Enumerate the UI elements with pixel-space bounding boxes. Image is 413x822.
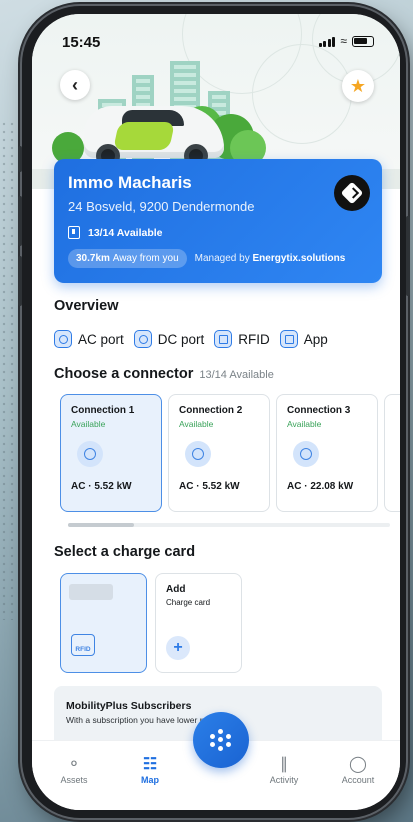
feature-dc-port: DC port (133, 330, 205, 348)
managed-by-text: Managed by Energytix.solutions (195, 253, 346, 264)
add-card-subtitle: Charge card (166, 598, 211, 607)
connector-plug-icon (293, 441, 319, 467)
connector-name: Connection 2 (179, 405, 243, 416)
rfid-card-icon: RFID (71, 634, 95, 656)
connector-name: Connection 3 (287, 405, 351, 416)
activity-icon: ∥ (280, 756, 288, 773)
connector-status: Available (71, 419, 106, 429)
plus-icon: + (166, 636, 190, 660)
feature-rfid: RFID (214, 330, 270, 348)
feature-app: App (279, 330, 328, 348)
connector-card-3[interactable]: Connection 3 Available AC · 22.08 kW (276, 394, 378, 512)
status-time: 15:45 (62, 34, 101, 51)
feature-label: App (303, 331, 328, 347)
battery-icon (352, 35, 374, 47)
navigate-button[interactable] (334, 175, 370, 211)
feature-list: AC port DC port RFID App (54, 330, 328, 348)
tab-label: Map (141, 775, 159, 785)
station-availability: 13/14 Available (88, 226, 163, 239)
tab-assets[interactable]: ⚬ Assets (44, 753, 104, 785)
scan-button[interactable] (193, 712, 249, 768)
tab-activity[interactable]: ∥ Activity (254, 753, 314, 785)
status-bar: 15:45 ≈ (32, 14, 400, 58)
connector-card-1[interactable]: Connection 1 Available AC · 5.52 kW (60, 394, 162, 512)
charger-icon (68, 226, 80, 239)
managed-prefix: Managed by (194, 253, 250, 264)
connector-title: Choose a connector (54, 366, 194, 382)
tab-label: Account (341, 775, 375, 785)
connector-availability: 13/14 Available (199, 369, 274, 381)
feature-label: AC port (78, 331, 124, 347)
star-icon: ★ (349, 75, 367, 96)
distance-value: 30.7km (76, 253, 110, 264)
connector-power: AC · 22.08 kW (287, 481, 354, 492)
distance-badge: 30.7km Away from you (68, 249, 187, 268)
tab-account[interactable]: ◯ Account (328, 753, 388, 785)
favorite-button[interactable]: ★ (342, 70, 374, 102)
connector-card-2[interactable]: Connection 2 Available AC · 5.52 kW (168, 394, 270, 512)
rfid-charge-card[interactable]: RFID (60, 573, 147, 673)
charge-card-title: Select a charge card (54, 544, 196, 560)
connector-section-title: Choose a connector 13/14 Available (54, 366, 274, 382)
wifi-icon: ≈ (340, 34, 347, 48)
assets-icon: ⚬ (67, 756, 81, 773)
connector-carousel[interactable]: Connection 1 Available AC · 5.52 kW Conn… (54, 394, 400, 514)
managed-by-name: Energytix.solutions (252, 253, 346, 264)
connector-status: Available (179, 419, 214, 429)
connector-power: AC · 5.52 kW (71, 481, 132, 492)
add-card-title: Add (166, 584, 186, 595)
connector-power: AC · 5.52 kW (179, 481, 240, 492)
subscribers-title: MobilityPlus Subscribers (66, 700, 192, 712)
back-button[interactable]: ‹ (60, 70, 90, 100)
app-screen: 15:45 ≈ ‹ ★ Immo Macharis 24 Bosveld, 92… (32, 14, 400, 810)
connector-name: Connection 1 (71, 405, 135, 416)
station-card: Immo Macharis 24 Bosveld, 9200 Dendermon… (54, 159, 382, 283)
card-name-redacted (69, 584, 113, 600)
rfid-label: RFID (75, 646, 91, 653)
directions-icon (340, 181, 364, 205)
feature-label: RFID (238, 331, 270, 347)
tab-label: Assets (60, 775, 88, 785)
connector-scrollbar[interactable] (68, 523, 390, 527)
feature-label: DC port (157, 331, 205, 347)
feature-ac-port: AC port (54, 330, 124, 348)
distance-suffix: Away from you (112, 253, 179, 264)
chevron-left-icon: ‹ (72, 74, 78, 95)
tab-label: Activity (269, 775, 299, 785)
signal-icon (318, 36, 336, 47)
scan-dots-icon (210, 729, 232, 751)
account-icon: ◯ (349, 756, 367, 773)
station-name: Immo Macharis (68, 173, 192, 192)
add-charge-card-button[interactable]: Add Charge card + (155, 573, 242, 673)
ac-port-icon (54, 330, 72, 348)
connector-plug-icon (185, 441, 211, 467)
tab-map[interactable]: ☷ Map (120, 753, 180, 785)
station-address: 24 Bosveld, 9200 Dendermonde (68, 199, 255, 214)
map-icon: ☷ (142, 756, 158, 773)
dc-port-icon (133, 330, 152, 348)
qr-code-icon (279, 330, 298, 348)
connector-status: Available (287, 419, 322, 429)
connector-plug-icon (77, 441, 103, 467)
overview-title: Overview (54, 298, 119, 314)
rfid-icon (214, 330, 233, 348)
connector-card-partial[interactable] (384, 394, 400, 512)
